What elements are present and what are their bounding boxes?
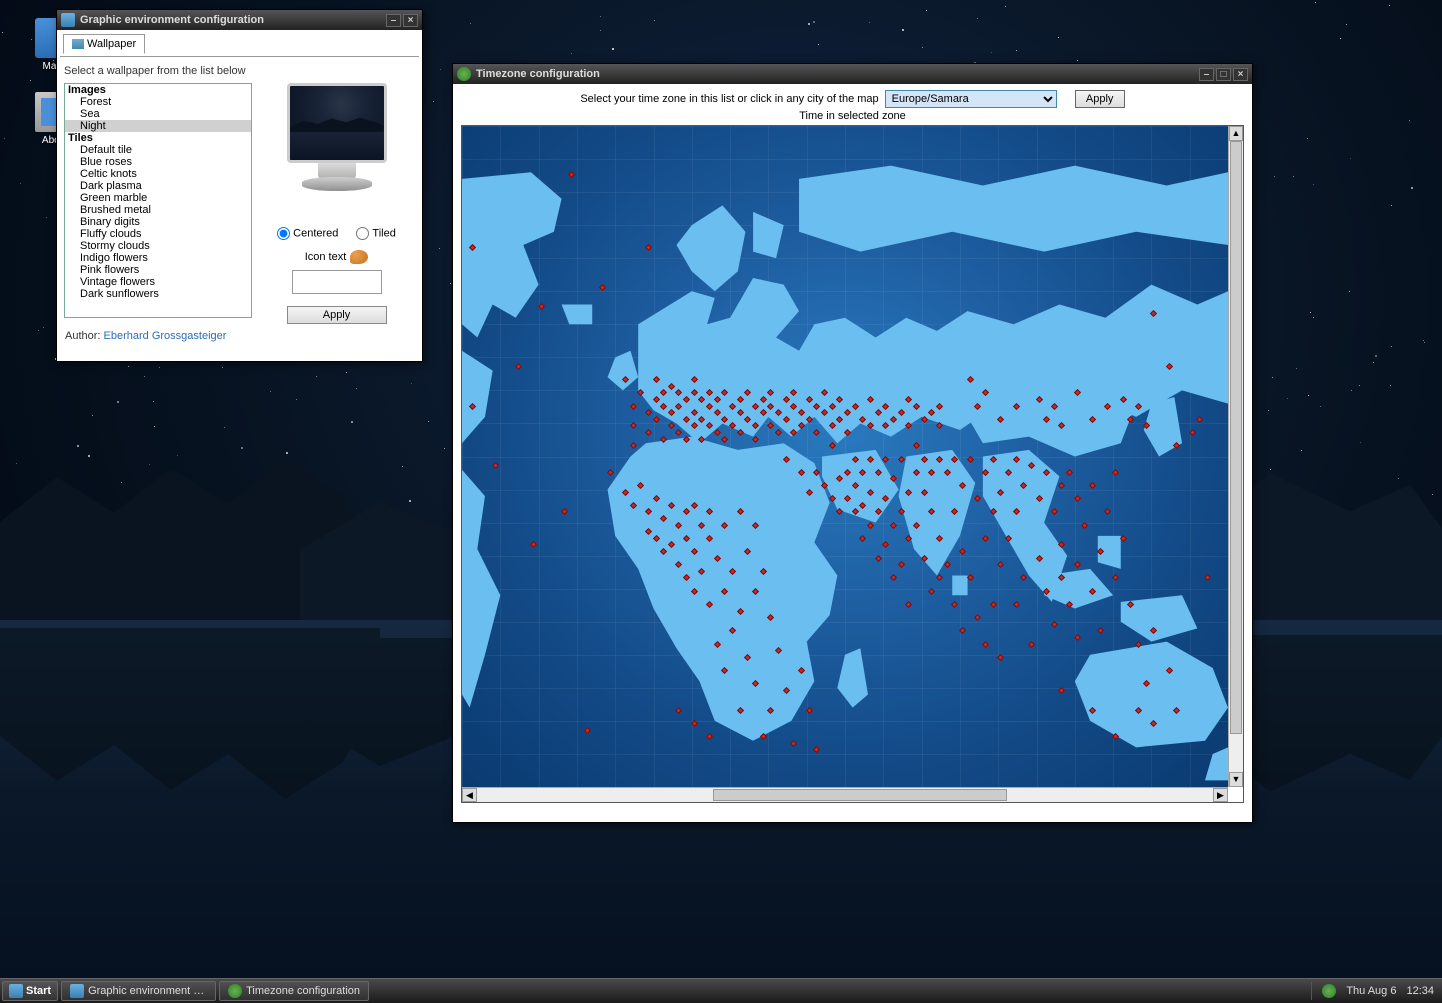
window-graphic-env-config: Graphic environment configuration – × Wa…	[56, 9, 423, 362]
apply-button[interactable]: Apply	[1075, 90, 1125, 108]
close-button[interactable]: ×	[403, 14, 418, 27]
window-icon	[457, 67, 471, 81]
list-item[interactable]: Pink flowers	[65, 264, 251, 276]
scroll-right-icon[interactable]: ▶	[1213, 788, 1228, 802]
list-item[interactable]: Vintage flowers	[65, 276, 251, 288]
list-category: Images	[65, 84, 251, 96]
taskbar-item-timezone[interactable]: Timezone configuration	[219, 981, 369, 1001]
start-logo-icon	[9, 984, 23, 998]
wallpaper-listbox[interactable]: ImagesForestSeaNightTilesDefault tileBlu…	[64, 83, 252, 318]
list-item[interactable]: Blue roses	[65, 156, 251, 168]
minimize-button[interactable]: –	[386, 14, 401, 27]
map-container: ▲ ▼ ◀ ▶	[461, 125, 1244, 803]
window-icon	[228, 984, 242, 998]
list-item[interactable]: Dark plasma	[65, 180, 251, 192]
radio-tiled[interactable]: Tiled	[356, 227, 395, 240]
window-title: Graphic environment configuration	[80, 14, 384, 26]
close-button[interactable]: ×	[1233, 68, 1248, 81]
timezone-select[interactable]: Europe/Samara	[885, 90, 1057, 108]
list-item[interactable]: Night	[65, 120, 251, 132]
wallpaper-icon	[72, 39, 84, 49]
icon-text-input[interactable]	[292, 270, 382, 294]
system-tray: Thu Aug 6 12:34	[1311, 982, 1440, 1000]
list-item[interactable]: Brushed metal	[65, 204, 251, 216]
scroll-up-icon[interactable]: ▲	[1229, 126, 1243, 141]
scroll-left-icon[interactable]: ◀	[462, 788, 477, 802]
list-item[interactable]: Sea	[65, 108, 251, 120]
maximize-button[interactable]: □	[1216, 68, 1231, 81]
list-item[interactable]: Green marble	[65, 192, 251, 204]
list-item[interactable]: Forest	[65, 96, 251, 108]
titlebar[interactable]: Graphic environment configuration – ×	[57, 10, 422, 30]
instruction-text: Select a wallpaper from the list below	[60, 57, 419, 83]
window-icon	[61, 13, 75, 27]
tray-date: Thu Aug 6	[1346, 985, 1396, 997]
tray-network-icon[interactable]	[1322, 984, 1336, 998]
tray-time: 12:34	[1406, 985, 1434, 997]
author-row: Author: Eberhard Grossgasteiger	[60, 324, 419, 344]
world-map[interactable]	[462, 126, 1228, 787]
scrollbar-horizontal[interactable]: ◀ ▶	[462, 787, 1228, 802]
list-category: Tiles	[65, 132, 251, 144]
tab-row: Wallpaper	[60, 33, 419, 57]
scroll-down-icon[interactable]: ▼	[1229, 772, 1243, 787]
icon-text-label: Icon text	[258, 250, 415, 264]
time-in-zone-label: Time in selected zone	[461, 110, 1244, 122]
palette-icon[interactable]	[350, 250, 368, 264]
scrollbar-vertical[interactable]: ▲ ▼	[1228, 126, 1243, 787]
list-item[interactable]: Binary digits	[65, 216, 251, 228]
author-link[interactable]: Eberhard Grossgasteiger	[104, 330, 227, 342]
scrollbar-thumb[interactable]	[1230, 141, 1242, 734]
minimize-button[interactable]: –	[1199, 68, 1214, 81]
taskbar-item-graphic-env[interactable]: Graphic environment co...	[61, 981, 216, 1001]
list-item[interactable]: Indigo flowers	[65, 252, 251, 264]
start-button[interactable]: Start	[2, 981, 58, 1001]
list-item[interactable]: Celtic knots	[65, 168, 251, 180]
titlebar[interactable]: Timezone configuration – □ ×	[453, 64, 1252, 84]
instruction-text: Select your time zone in this list or cl…	[580, 93, 878, 105]
scrollbar-thumb[interactable]	[713, 789, 1007, 801]
window-icon	[70, 984, 84, 998]
apply-button[interactable]: Apply	[287, 306, 387, 324]
list-item[interactable]: Dark sunflowers	[65, 288, 251, 300]
radio-centered[interactable]: Centered	[277, 227, 338, 240]
taskbar: Start Graphic environment co... Timezone…	[0, 978, 1442, 1003]
window-timezone-config: Timezone configuration – □ × Select your…	[452, 63, 1253, 823]
list-item[interactable]: Stormy clouds	[65, 240, 251, 252]
wallpaper-preview	[279, 83, 394, 213]
tab-wallpaper[interactable]: Wallpaper	[63, 34, 145, 54]
window-title: Timezone configuration	[476, 68, 1197, 80]
list-item[interactable]: Default tile	[65, 144, 251, 156]
list-item[interactable]: Fluffy clouds	[65, 228, 251, 240]
